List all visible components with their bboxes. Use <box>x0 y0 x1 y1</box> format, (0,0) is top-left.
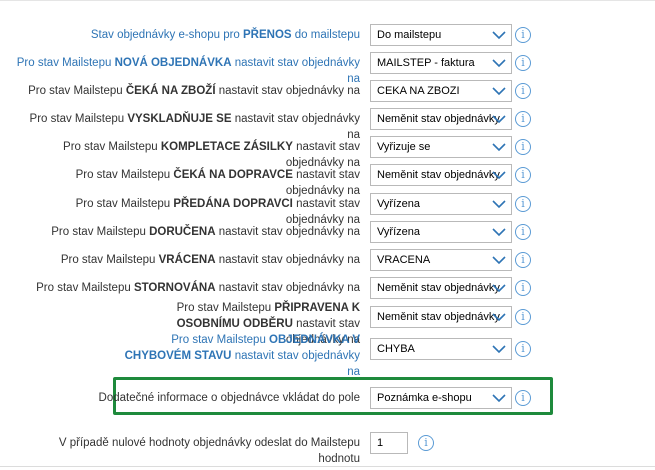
row-label-status: PŘEDÁNA DOPRAVCI <box>173 198 293 210</box>
status-select-value: VRACENA <box>377 254 431 266</box>
row-label: Pro stav Mailstepu OBJEDNÁVKA V CHYBOVÉM… <box>120 332 360 380</box>
status-select-value: Neměnit stav objednávky <box>377 169 500 181</box>
status-select-value: Neměnit stav objednávky <box>377 311 500 323</box>
chevron-down-icon <box>492 284 506 293</box>
chevron-down-icon <box>492 256 506 265</box>
info-icon[interactable]: i <box>515 27 531 43</box>
info-icon[interactable]: i <box>515 55 531 71</box>
row-label-prefix: Pro stav Mailstepu <box>75 198 174 210</box>
row-label-suffix: nastavit stav objednávky na <box>215 254 360 266</box>
chevron-down-icon <box>492 200 506 209</box>
info-icon[interactable]: i <box>515 280 531 296</box>
chevron-down-icon <box>492 59 506 68</box>
status-select[interactable]: Vyřízena <box>370 193 512 215</box>
info-icon[interactable]: i <box>515 111 531 127</box>
row-label-prefix: Pro stav Mailstepu <box>51 226 150 238</box>
chevron-down-icon <box>492 171 506 180</box>
row-label: Stav objednávky e-shopu pro PŘENOS do ma… <box>15 27 360 43</box>
row-label-prefix: Pro stav Mailstepu <box>29 113 128 125</box>
status-select[interactable]: CHYBA <box>370 338 512 360</box>
row-label-prefix: Pro stav Mailstepu <box>75 169 174 181</box>
row-label-prefix: Pro stav Mailstepu <box>36 282 134 294</box>
row-label-status: VYSKLADŇUJE SE <box>127 113 232 125</box>
chevron-down-icon <box>492 228 506 237</box>
info-icon[interactable]: i <box>418 435 434 451</box>
extra-info-value: Poznámka e-shopu <box>377 392 472 404</box>
row-label: Pro stav Mailstepu DORUČENA nastavit sta… <box>15 224 360 240</box>
status-select[interactable]: Neměnit stav objednávky <box>370 108 512 130</box>
status-select-value: Vyřizuje se <box>377 141 431 153</box>
chevron-down-icon <box>492 394 506 403</box>
row-label-status: ČEKÁ NA ZBOŽÍ <box>125 85 216 97</box>
row-label-prefix: Pro stav Mailstepu <box>176 302 275 314</box>
status-select-value: CEKA NA ZBOZI <box>377 85 460 97</box>
chevron-down-icon <box>492 143 506 152</box>
info-icon[interactable]: i <box>515 167 531 183</box>
chevron-down-icon <box>492 345 506 354</box>
row-label: Pro stav Mailstepu ČEKÁ NA ZBOŽÍ nastavi… <box>15 83 360 99</box>
status-select[interactable]: Neměnit stav objednávky <box>370 277 512 299</box>
chevron-down-icon <box>492 313 506 322</box>
status-select-value: MAILSTEP - faktura <box>377 57 475 69</box>
status-select[interactable]: Neměnit stav objednávky <box>370 306 512 328</box>
row-label-prefix: Pro stav Mailstepu <box>171 334 270 346</box>
row-label-suffix: nastavit stav objednávky na <box>285 141 360 169</box>
row-label-suffix: nastavit stav objednávky na <box>215 282 360 294</box>
extra-info-select[interactable]: Poznámka e-shopu <box>370 387 512 409</box>
row-label-suffix: nastavit stav objednávky na <box>215 85 360 97</box>
row-label: Pro stav Mailstepu ČEKÁ NA DOPRAVCE nast… <box>15 167 360 199</box>
status-select-value: Neměnit stav objednávky <box>377 282 500 294</box>
row-label: Pro stav Mailstepu VRÁCENA nastavit stav… <box>15 252 360 268</box>
row-label-suffix: nastavit stav objednávky na <box>231 350 360 378</box>
chevron-down-icon <box>492 87 506 96</box>
row-label-status: VRÁCENA <box>158 254 216 266</box>
row-label-suffix: nastavit stav objednávky na <box>231 57 360 85</box>
info-icon[interactable]: i <box>515 196 531 212</box>
zero-value-input[interactable]: 1 <box>370 432 408 454</box>
status-select[interactable]: Vyřízena <box>370 221 512 243</box>
chevron-down-icon <box>492 115 506 124</box>
bottom-divider <box>0 466 655 467</box>
row-label-suffix: nastavit stav objednávky na <box>285 198 360 226</box>
row-label-prefix: Pro stav Mailstepu <box>63 141 161 153</box>
status-select-value: Vyřízena <box>377 198 421 210</box>
zero-value-value: 1 <box>377 437 384 449</box>
row-label-suffix: nastavit stav objednávky na <box>231 113 360 141</box>
info-icon[interactable]: i <box>515 309 531 325</box>
row-label-prefix: Pro stav Mailstepu <box>28 85 126 97</box>
row-label: Pro stav Mailstepu STORNOVÁNA nastavit s… <box>15 280 360 296</box>
extra-info-label: Dodatečné informace o objednávce vkládat… <box>98 392 360 404</box>
info-icon[interactable]: i <box>515 341 531 357</box>
row-label-status: DORUČENA <box>149 226 216 238</box>
status-select[interactable]: Neměnit stav objednávky <box>370 164 512 186</box>
status-select[interactable]: CEKA NA ZBOZI <box>370 80 512 102</box>
row-label-suffix: nastavit stav objednávky na <box>215 226 360 238</box>
status-select[interactable]: MAILSTEP - faktura <box>370 52 512 74</box>
row-label-prefix: Pro stav Mailstepu <box>60 254 159 266</box>
row-label-status: NOVÁ OBJEDNÁVKA <box>114 57 232 69</box>
row-label-suffix: do mailstepu <box>291 29 360 41</box>
info-icon[interactable]: i <box>515 224 531 240</box>
row-label-prefix: Pro stav Mailstepu <box>16 57 115 69</box>
row-label-suffix: nastavit stav objednávky na <box>285 169 360 197</box>
info-icon[interactable]: i <box>515 139 531 155</box>
info-icon[interactable]: i <box>515 83 531 99</box>
row-label-prefix: Stav objednávky e-shopu pro <box>90 29 244 41</box>
status-select-value: Vyřízena <box>377 226 421 238</box>
info-icon[interactable]: i <box>515 390 531 406</box>
chevron-down-icon <box>492 31 506 40</box>
status-select-value: CHYBA <box>377 343 415 355</box>
status-select[interactable]: Do mailstepu <box>370 24 512 46</box>
status-select[interactable]: Vyřizuje se <box>370 136 512 158</box>
status-select-value: Neměnit stav objednávky <box>377 113 500 125</box>
row-label-status: STORNOVÁNA <box>133 282 216 294</box>
status-select[interactable]: VRACENA <box>370 249 512 271</box>
top-divider <box>0 0 655 7</box>
row-label-status: PŘENOS <box>243 29 292 41</box>
info-icon[interactable]: i <box>515 252 531 268</box>
row-label-status: ČEKÁ NA DOPRAVCE <box>173 169 293 181</box>
row-label-status: KOMPLETACE ZÁSILKY <box>160 141 293 153</box>
status-select-value: Do mailstepu <box>377 29 442 41</box>
zero-value-label: V případě nulové hodnoty objednávky odes… <box>58 437 360 465</box>
